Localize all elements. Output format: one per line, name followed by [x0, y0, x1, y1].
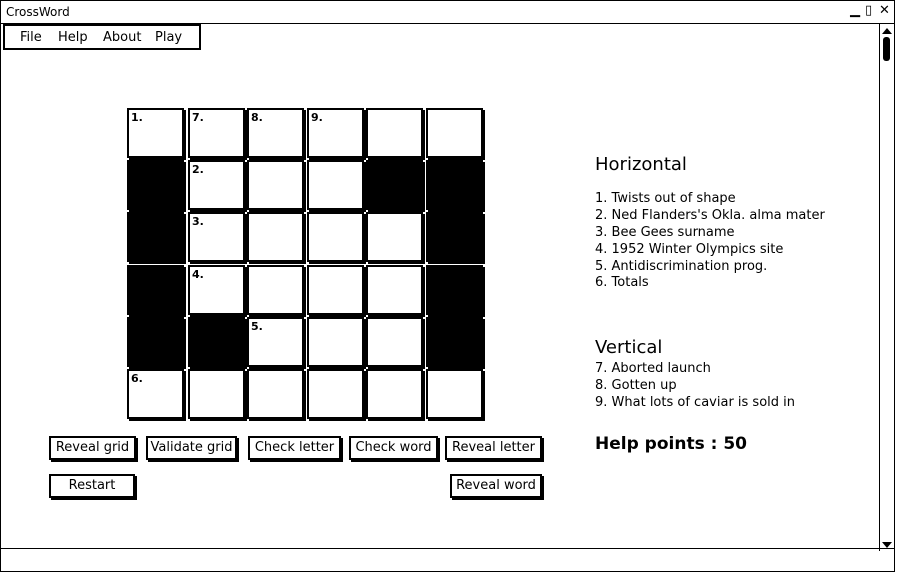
black-cell [426, 317, 483, 367]
black-cell [366, 160, 423, 210]
reveal-letter-button[interactable]: Reveal letter [445, 436, 542, 460]
reveal-grid-button[interactable]: Reveal grid [49, 436, 136, 460]
menu-play[interactable]: Play [155, 30, 182, 45]
grid-cell[interactable]: 4. [188, 265, 245, 315]
vertical-scrollbar[interactable] [879, 24, 894, 551]
menu-about[interactable]: About [103, 30, 141, 45]
reveal-word-button[interactable]: Reveal word [450, 474, 542, 498]
grid-cell[interactable] [366, 212, 423, 262]
minimize-icon[interactable]: ▁ [850, 4, 860, 18]
vertical-clues-title: Vertical [595, 337, 663, 358]
cell-number: 3. [192, 215, 204, 228]
close-icon[interactable]: ✕ [879, 4, 890, 18]
check-word-button[interactable]: Check word [349, 436, 438, 460]
horizontal-clue: 6. Totals [595, 275, 649, 290]
cell-number: 2. [192, 163, 204, 176]
menu-file[interactable]: File [20, 30, 42, 45]
vertical-clue: 9. What lots of caviar is sold in [595, 395, 796, 410]
menu-bar: File Help About Play [3, 24, 201, 50]
grid-cell[interactable]: 2. [188, 160, 245, 210]
grid-cell[interactable]: 8. [247, 108, 304, 158]
grid-cell[interactable] [366, 265, 423, 315]
black-cell [426, 212, 483, 262]
grid-cell[interactable] [366, 108, 423, 158]
horizontal-clue: 5. Antidiscrimination prog. [595, 259, 768, 274]
black-cell [188, 317, 245, 367]
grid-cell[interactable] [247, 369, 304, 419]
grid-cell[interactable]: 9. [307, 108, 364, 158]
menu-help[interactable]: Help [58, 30, 88, 45]
black-cell [426, 160, 483, 210]
crossword-grid: 1. 7. 8. 9. 2. 3. 4. 5. 6. [127, 108, 487, 423]
grid-cell[interactable] [366, 369, 423, 419]
grid-cell[interactable]: 7. [188, 108, 245, 158]
cell-number: 6. [131, 372, 143, 385]
grid-cell[interactable] [426, 369, 483, 419]
grid-cell[interactable]: 3. [188, 212, 245, 262]
horizontal-clue: 3. Bee Gees surname [595, 225, 735, 240]
check-letter-button[interactable]: Check letter [248, 436, 341, 460]
grid-cell[interactable] [307, 160, 364, 210]
horizontal-clue: 2. Ned Flanders's Okla. alma mater [595, 208, 825, 223]
window-title: CrossWord [6, 5, 70, 19]
app-window: CrossWord ▁ ▯ ✕ File Help About Play 1. 7… [0, 0, 895, 572]
cell-number: 7. [192, 111, 204, 124]
grid-cell[interactable] [366, 317, 423, 367]
help-points: Help points : 50 [595, 434, 747, 454]
status-bar [1, 548, 894, 571]
grid-cell[interactable] [307, 212, 364, 262]
black-cell [127, 212, 184, 262]
grid-cell[interactable]: 1. [127, 108, 184, 158]
grid-cell[interactable]: 6. [127, 369, 184, 419]
vertical-clue: 7. Aborted launch [595, 361, 711, 376]
validate-grid-button[interactable]: Validate grid [146, 436, 237, 460]
vertical-clue: 8. Gotten up [595, 378, 677, 393]
cell-number: 9. [311, 111, 323, 124]
grid-cell[interactable] [307, 369, 364, 419]
grid-cell[interactable] [247, 265, 304, 315]
black-cell [127, 160, 184, 210]
cell-number: 1. [131, 111, 143, 124]
grid-cell[interactable] [247, 212, 304, 262]
grid-cell[interactable] [188, 369, 245, 419]
horizontal-clues-title: Horizontal [595, 154, 687, 175]
grid-cell[interactable]: 5. [247, 317, 304, 367]
grid-cell[interactable] [307, 317, 364, 367]
cell-number: 8. [251, 111, 263, 124]
scroll-up-icon[interactable] [882, 28, 892, 34]
restart-button[interactable]: Restart [49, 474, 135, 498]
horizontal-clue: 4. 1952 Winter Olympics site [595, 242, 784, 257]
black-cell [426, 265, 483, 315]
cell-number: 4. [192, 268, 204, 281]
scroll-thumb[interactable] [883, 37, 890, 61]
title-bar: CrossWord ▁ ▯ ✕ [1, 1, 894, 24]
cell-number: 5. [251, 320, 263, 333]
maximize-icon[interactable]: ▯ [865, 4, 872, 18]
grid-cell[interactable] [307, 265, 364, 315]
grid-cell[interactable] [426, 108, 483, 158]
black-cell [127, 265, 184, 315]
grid-cell[interactable] [247, 160, 304, 210]
horizontal-clue: 1. Twists out of shape [595, 191, 736, 206]
black-cell [127, 317, 184, 367]
